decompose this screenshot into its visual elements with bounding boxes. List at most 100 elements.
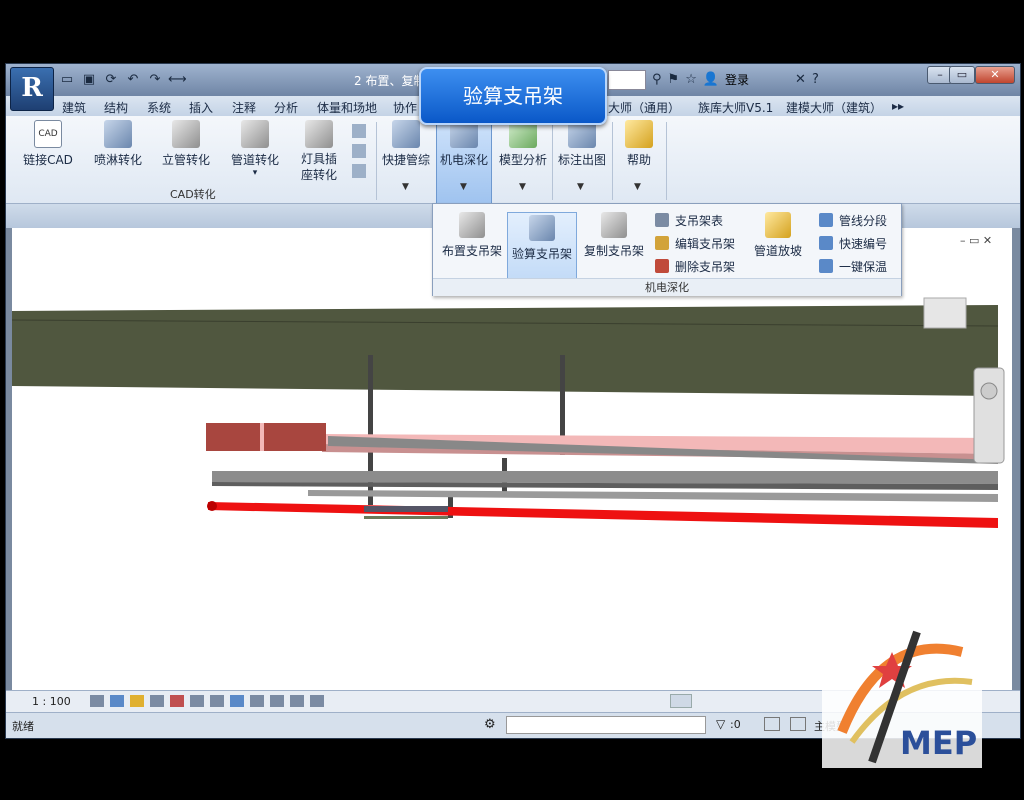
tab-item[interactable]: 建筑 [62, 99, 86, 116]
viewcube-icon[interactable] [923, 297, 967, 329]
more-tabs-icon[interactable]: ▸▸ [892, 99, 904, 113]
dropdown-arrow-icon[interactable]: ▼ [460, 182, 467, 192]
riser-convert-button[interactable]: 立管转化 [158, 120, 214, 168]
table-icon [655, 213, 669, 227]
exchange-icon[interactable]: ✕ [795, 72, 806, 87]
dropdown-arrow-icon[interactable]: ▼ [519, 182, 526, 192]
application-menu-button[interactable]: R [10, 67, 54, 111]
save-icon[interactable]: ▣ [80, 71, 98, 89]
item-label: 快速编号 [839, 237, 888, 251]
steering-wheel-icon[interactable] [980, 382, 998, 400]
delete-hanger-button[interactable]: 删除支吊架 [655, 258, 735, 275]
pipe-icon [241, 120, 269, 148]
close-button[interactable]: ✕ [975, 66, 1015, 84]
place-hanger-button[interactable]: 布置支吊架 [437, 212, 507, 259]
tab-item[interactable]: 结构 [104, 99, 128, 116]
visual-style-icon[interactable] [110, 695, 124, 707]
highlight-icon[interactable] [270, 695, 284, 707]
search-input[interactable] [608, 70, 646, 90]
copy-hanger-button[interactable]: 复制支吊架 [579, 212, 649, 259]
workset-dropdown[interactable] [506, 716, 706, 734]
editing-requests-icon[interactable] [790, 717, 806, 731]
open-icon[interactable]: ▭ [58, 71, 76, 89]
dropdown-arrow-icon[interactable]: ▼ [577, 182, 584, 192]
tab-item[interactable]: 插入 [189, 99, 213, 116]
help-button[interactable]: 帮助 [616, 120, 662, 168]
design-options-icon[interactable] [764, 717, 780, 731]
model-analysis-button[interactable]: 模型分析 [496, 120, 550, 168]
horizontal-scrollbar-thumb[interactable] [670, 694, 692, 708]
favorites-icon[interactable]: ☆ [685, 72, 697, 87]
shadows-icon[interactable] [150, 695, 164, 707]
tab-item[interactable]: 系统 [147, 99, 171, 116]
mep-deepen-button[interactable]: 机电深化 [438, 120, 490, 168]
item-label: 布置支吊架 [441, 244, 502, 258]
red-pipe [208, 502, 998, 528]
quick-pipe-button[interactable]: 快捷管综 [380, 120, 432, 168]
user-icon[interactable]: 👤 [703, 72, 719, 87]
navigation-bar[interactable] [973, 367, 1005, 464]
split-pipe-button[interactable]: 管线分段 [819, 212, 887, 229]
lighting-convert-button[interactable]: 灯具插座转化 [298, 120, 340, 183]
tool-label: 标注出图 [557, 153, 606, 167]
logo-text: MEP [900, 724, 978, 762]
status-text: 就绪 [12, 720, 34, 733]
redo-icon[interactable]: ↷ [146, 71, 164, 89]
worksets-icon[interactable]: ⚙ [484, 717, 496, 732]
tab-item[interactable]: 体量和场地 [317, 99, 377, 116]
item-label: 编辑支吊架 [675, 237, 736, 251]
edit-hanger-button[interactable]: 编辑支吊架 [655, 235, 735, 252]
dropdown-arrow-icon[interactable]: ▼ [402, 182, 409, 192]
sun-path-icon[interactable] [130, 695, 144, 707]
crop-icon[interactable] [170, 695, 184, 707]
split-icon [819, 213, 833, 227]
tab-item[interactable]: 协作 [393, 99, 417, 116]
filter-icon[interactable]: ▽ [716, 717, 725, 731]
check-hanger-button[interactable]: 验算支吊架 [507, 212, 577, 280]
undo-icon[interactable]: ↶ [124, 71, 142, 89]
reveal-icon[interactable] [230, 695, 244, 707]
binoculars-icon[interactable]: ⚲ [652, 72, 662, 87]
quick-number-button[interactable]: 快速编号 [819, 235, 887, 252]
small-tool-icon[interactable] [352, 144, 366, 158]
measure-icon[interactable]: ⟷ [168, 71, 187, 89]
link-cad-button[interactable]: CAD 链接CAD [20, 120, 76, 168]
subscription-icon[interactable]: ⚑ [668, 72, 680, 87]
restore-button[interactable]: ▭ [949, 66, 975, 84]
pipe-slope-button[interactable]: 管道放坡 [743, 212, 813, 259]
pipe-convert-button[interactable]: 管道转化 ▾ [227, 120, 283, 178]
display-icon[interactable] [310, 695, 324, 707]
insulation-button[interactable]: 一键保温 [819, 258, 887, 275]
small-tool-icon[interactable] [352, 164, 366, 178]
sprinkler-convert-button[interactable]: 喷淋转化 [90, 120, 146, 168]
hide-icon[interactable] [190, 695, 204, 707]
lock-icon[interactable] [290, 695, 304, 707]
scale-label[interactable]: 1 : 100 [32, 695, 71, 708]
view-window-controls[interactable]: – ▭ ✕ [960, 234, 992, 247]
pipe-layout-icon [392, 120, 420, 148]
login-button[interactable]: 登录 [725, 71, 749, 88]
small-tool-icon[interactable] [352, 124, 366, 138]
tab-item[interactable]: 大师（通用） [608, 99, 680, 116]
gray-duct [212, 471, 998, 484]
tab-item[interactable]: 注释 [232, 99, 256, 116]
dropdown-arrow-icon[interactable]: ▼ [634, 182, 641, 192]
tab-item[interactable]: 建模大师（建筑） [786, 99, 882, 116]
brown-duct [206, 423, 326, 451]
annotate-output-button[interactable]: 标注出图 [554, 120, 610, 168]
item-label: 管线分段 [839, 214, 888, 228]
sync-icon[interactable]: ⟳ [102, 71, 120, 89]
tab-item[interactable]: 族库大师V5.1 [698, 99, 773, 116]
delete-icon [655, 259, 669, 273]
help-icon[interactable]: ? [812, 72, 819, 87]
detail-level-icon[interactable] [90, 695, 104, 707]
temporary-hide-icon[interactable] [210, 695, 224, 707]
hanger-table-button[interactable]: 支吊架表 [655, 212, 723, 229]
tab-item[interactable]: 分析 [274, 99, 298, 116]
item-label: 支吊架表 [675, 214, 724, 228]
view-tools [90, 695, 324, 707]
item-label: 删除支吊架 [675, 260, 736, 274]
tooltip-callout: 验算支吊架 [419, 67, 607, 125]
item-label: 管道放坡 [753, 244, 802, 258]
analysis-icon[interactable] [250, 695, 264, 707]
